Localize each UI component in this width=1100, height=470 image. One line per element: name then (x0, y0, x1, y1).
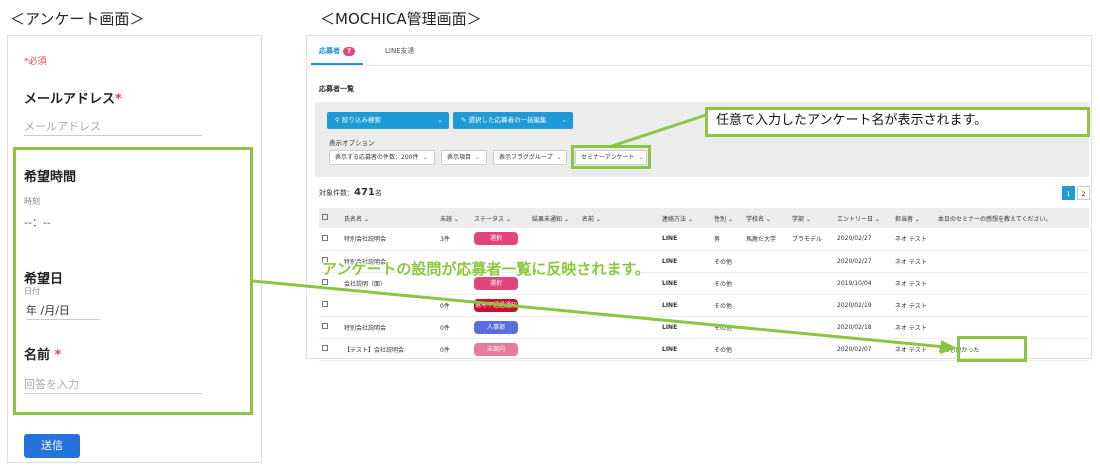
annotation-arrows (252, 113, 957, 354)
survey-name-callout: 任意で入力したアンケート名が表示されます。 (705, 107, 1090, 137)
callout-connector (611, 113, 707, 148)
reflection-arrow (252, 279, 946, 349)
reflection-banner: アンケートの設問が応募者一覧に反映されます。 (322, 260, 650, 278)
arrow-head-icon (940, 340, 957, 354)
